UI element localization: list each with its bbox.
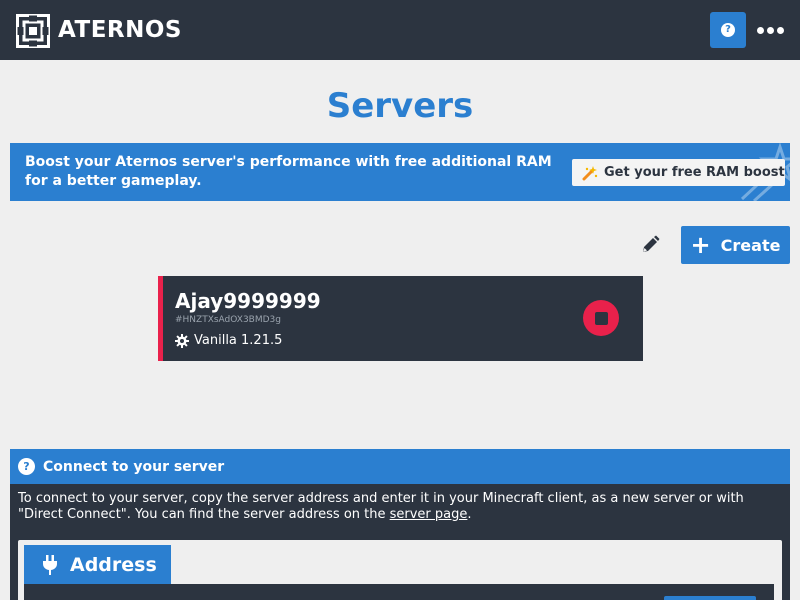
help-button[interactable]: ? <box>710 12 746 48</box>
gear-icon <box>175 334 189 348</box>
server-software-label: Vanilla 1.21.5 <box>194 333 283 348</box>
address-tab[interactable]: Address <box>24 545 171 585</box>
server-status-button[interactable] <box>583 300 619 336</box>
ram-boost-button[interactable]: Get your free RAM boost <box>572 159 785 186</box>
brand-name[interactable]: ATERNOS <box>58 14 182 46</box>
ram-boost-label: Get your free RAM boost <box>604 165 785 180</box>
question-circle-icon: ? <box>18 458 35 475</box>
connect-panel-title: Connect to your server <box>43 458 225 475</box>
plug-icon <box>43 555 57 575</box>
ellipsis-icon <box>756 26 764 34</box>
ram-boost-banner: Boost your Aternos server's performance … <box>10 143 790 201</box>
address-tab-label: Address <box>70 554 157 576</box>
server-software: Vanilla 1.21.5 <box>175 332 282 350</box>
connect-instructions: To connect to your server, copy the serv… <box>18 491 782 523</box>
pencil-icon <box>643 235 660 252</box>
server-page-link[interactable]: server page <box>390 507 468 522</box>
stop-icon <box>594 311 608 325</box>
plus-icon: + <box>690 231 711 259</box>
connect-text: To connect to your server, copy the serv… <box>18 491 744 522</box>
create-label: Create <box>720 235 781 255</box>
server-card[interactable]: Ajay9999999 #HNZTXsAdOX3BMD3g Vanilla 1.… <box>158 276 643 361</box>
question-circle-icon: ? <box>721 23 735 37</box>
copy-address-button[interactable] <box>664 596 756 600</box>
connect-text-end: . <box>467 507 472 522</box>
address-box: Address <box>18 540 782 600</box>
top-navbar: ATERNOS ? <box>0 0 800 60</box>
magic-wand-icon <box>582 165 598 180</box>
server-name: Ajay9999999 <box>175 289 321 313</box>
ram-boost-text: Boost your Aternos server's performance … <box>25 154 552 189</box>
create-server-button[interactable]: + Create <box>681 226 790 264</box>
connect-info-panel: ? Connect to your server To connect to y… <box>10 449 790 600</box>
server-id: #HNZTXsAdOX3BMD3g <box>175 315 281 325</box>
aternos-logo-icon[interactable] <box>16 14 50 48</box>
more-menu-button[interactable] <box>754 20 786 40</box>
page-title: Servers <box>326 86 474 126</box>
edit-servers-button[interactable] <box>638 233 662 257</box>
connect-panel-header: ? Connect to your server <box>10 449 790 484</box>
address-field[interactable] <box>24 584 774 600</box>
